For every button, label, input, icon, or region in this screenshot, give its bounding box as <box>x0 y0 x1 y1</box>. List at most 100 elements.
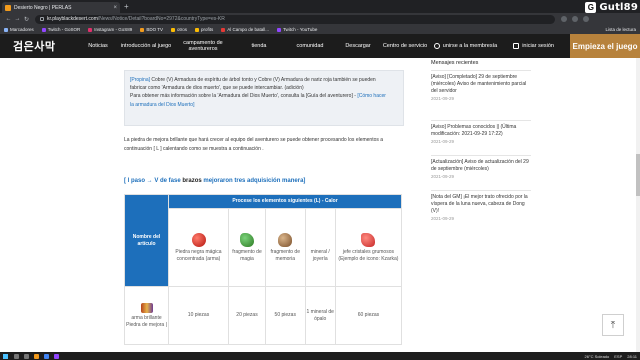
language[interactable]: ESP <box>614 354 622 359</box>
page-content: [Propina] Cobre (V) Armadura de espíritu… <box>0 58 640 352</box>
watermark-logo-icon: G <box>585 1 597 13</box>
app-icon[interactable] <box>54 353 59 359</box>
red-gem-icon <box>191 232 206 247</box>
folder-icon <box>170 27 175 32</box>
arrow-up-icon: ⤒ <box>610 319 616 331</box>
url-input[interactable]: kr.playblackdesert.com /News/Notice/Deta… <box>35 14 555 24</box>
header-actions: unirse a la membresía iniciar sesión Emp… <box>433 34 640 58</box>
bookmark[interactable]: BDO TV <box>140 27 163 32</box>
browser-tab-bar: Desierto Negro | PERLAS × + <box>0 0 640 13</box>
article-paragraph: La piedra de mejora brillante que hará c… <box>124 137 384 152</box>
bookmark-icon <box>221 27 226 32</box>
lock-icon <box>40 17 44 21</box>
url-domain: kr.playblackdesert.com <box>47 16 98 22</box>
table-cell: 1 mineral de ópalo <box>304 286 336 345</box>
extension-icon[interactable] <box>561 16 567 22</box>
table-cell: arma brillante Piedra de mejora | <box>124 286 169 345</box>
scroll-to-top-button[interactable]: ⤒ <box>602 314 624 336</box>
table-cell: 20 piezas <box>228 286 266 345</box>
table-header-cell: fragmento de magia <box>228 208 266 287</box>
scrollbar[interactable] <box>636 58 640 352</box>
chrome-icon[interactable] <box>44 353 49 359</box>
nav-tienda[interactable]: tienda <box>234 43 284 49</box>
search-icon[interactable] <box>14 353 19 359</box>
clock[interactable]: 28:11 <box>627 354 637 359</box>
materials-table: Nombre del artículo Procese los elemento… <box>124 194 403 345</box>
start-game-button[interactable]: Empieza el juego <box>570 34 640 58</box>
url-path: /News/Notice/Detail?boardNo=2972&country… <box>97 16 225 22</box>
bookmark[interactable]: Marcadores <box>4 27 34 32</box>
table-header-process: Procese los elementos siguientes (L) - C… <box>168 194 402 209</box>
weather[interactable]: 26°C Soleado <box>585 354 610 359</box>
user-icon <box>433 43 440 49</box>
table-header-item: Nombre del artículo <box>124 194 169 287</box>
tab-title: Desierto Negro | PERLAS <box>14 4 72 11</box>
site-favicon-icon <box>5 4 11 11</box>
recent-post-item[interactable]: [Actualización] Aviso de actualización d… <box>431 155 531 190</box>
table-header-cell: jefe cristales grumosos (Ejemplo de icon… <box>334 208 403 287</box>
bookmark-icon <box>4 27 8 32</box>
new-tab-button[interactable]: + <box>124 2 129 11</box>
sidebar-title: Mensajes recientes <box>431 60 479 66</box>
table-cell: 60 piezas <box>334 286 403 345</box>
nav-comunidad[interactable]: comunidad <box>284 43 336 49</box>
scrollbar-thumb[interactable] <box>636 154 640 196</box>
browser-tab[interactable]: Desierto Negro | PERLAS × <box>2 2 120 13</box>
reading-list[interactable]: Lista de lectura <box>605 27 636 32</box>
nav-campamento[interactable]: campamento de aventureros <box>172 40 234 52</box>
table-header-cell: mineral / joyería <box>304 208 336 287</box>
main-nav: Noticias introducción al juego campament… <box>76 34 430 58</box>
task-view-icon[interactable] <box>24 353 29 359</box>
guide-link[interactable]: [Cómo hacer <box>357 93 386 99</box>
green-fragment-icon <box>240 232 254 247</box>
table-cell: 10 piezas <box>168 286 229 345</box>
recent-post-item[interactable]: [Aviso] Problemas conocidos || (Última m… <box>431 120 531 155</box>
system-tray: 26°C Soleado ESP 28:11 <box>585 352 637 360</box>
reload-icon[interactable]: ↻ <box>22 16 31 23</box>
table-cell: 50 piezas <box>265 286 306 345</box>
table-header-cell: fragmento de memoria <box>265 208 306 287</box>
bookmark[interactable]: otros <box>170 27 187 32</box>
table-row: arma brillante Piedra de mejora | 10 pie… <box>124 286 403 345</box>
extensions <box>561 16 589 22</box>
windows-start-icon[interactable] <box>3 353 8 359</box>
site-header: 검은사막 Noticias introducción al juego camp… <box>0 34 640 58</box>
twitch-icon <box>41 27 46 32</box>
bookmark[interactable]: Twitch - YouTube <box>277 27 317 32</box>
section-heading: [ l paso → V de fase brazos mejoraron tr… <box>124 178 306 184</box>
join-link[interactable]: unirse a la membresía <box>433 43 497 49</box>
extension-icon[interactable] <box>572 16 578 22</box>
bookmark-icon <box>140 27 145 32</box>
recent-posts-sidebar: Mensajes recientes [Aviso] [Completado] … <box>431 58 531 238</box>
taskbar-apps <box>14 353 59 359</box>
login-icon <box>513 43 520 49</box>
instagram-icon <box>88 27 93 32</box>
bookmark[interactable]: Twitch - GoSOR <box>41 27 80 32</box>
watermark-text: Gutl89 <box>599 1 638 13</box>
recent-post-item[interactable]: [Aviso] [Completado] 29 de septiembre (m… <box>431 70 531 120</box>
app-icon[interactable] <box>34 353 39 359</box>
profile-icon[interactable] <box>583 16 589 22</box>
tip-box: [Propina] Cobre (V) Armadura de espíritu… <box>124 70 404 126</box>
nav-introduccion[interactable]: introducción al juego <box>120 43 172 49</box>
bookmark[interactable]: profits <box>195 27 213 32</box>
bookmarks-bar: Marcadores Twitch - GoSOR Instagram - Go… <box>0 25 640 34</box>
nav-descargar[interactable]: Descargar <box>336 43 380 49</box>
bookmark[interactable]: Instagram - GoS89 <box>88 27 132 32</box>
os-taskbar: 26°C Soleado ESP 28:11 <box>0 352 640 360</box>
site-logo[interactable]: 검은사막 <box>0 38 76 54</box>
nav-noticias[interactable]: Noticias <box>76 43 120 49</box>
crystal-icon <box>361 232 376 247</box>
table-header-cell: Piedra negra mágica concentrada (arma) <box>168 208 229 287</box>
forward-icon[interactable]: → <box>13 16 22 22</box>
armor-stone-icon <box>140 302 153 313</box>
back-icon[interactable]: ← <box>4 16 13 22</box>
bookmark[interactable]: Al Campo de batall... <box>221 27 269 32</box>
login-link[interactable]: iniciar sesión <box>513 43 554 49</box>
twitch-icon <box>277 27 282 32</box>
watermark: G Gutl89 <box>585 1 638 13</box>
recent-post-item[interactable]: [Nota del GM] ¡El mejor trato ofrecido p… <box>431 190 531 238</box>
nav-centro-servicio[interactable]: Centro de servicio <box>380 43 430 49</box>
guide-link[interactable]: la armadura del Dios Muerto] <box>130 101 398 109</box>
close-icon[interactable]: × <box>113 5 117 11</box>
